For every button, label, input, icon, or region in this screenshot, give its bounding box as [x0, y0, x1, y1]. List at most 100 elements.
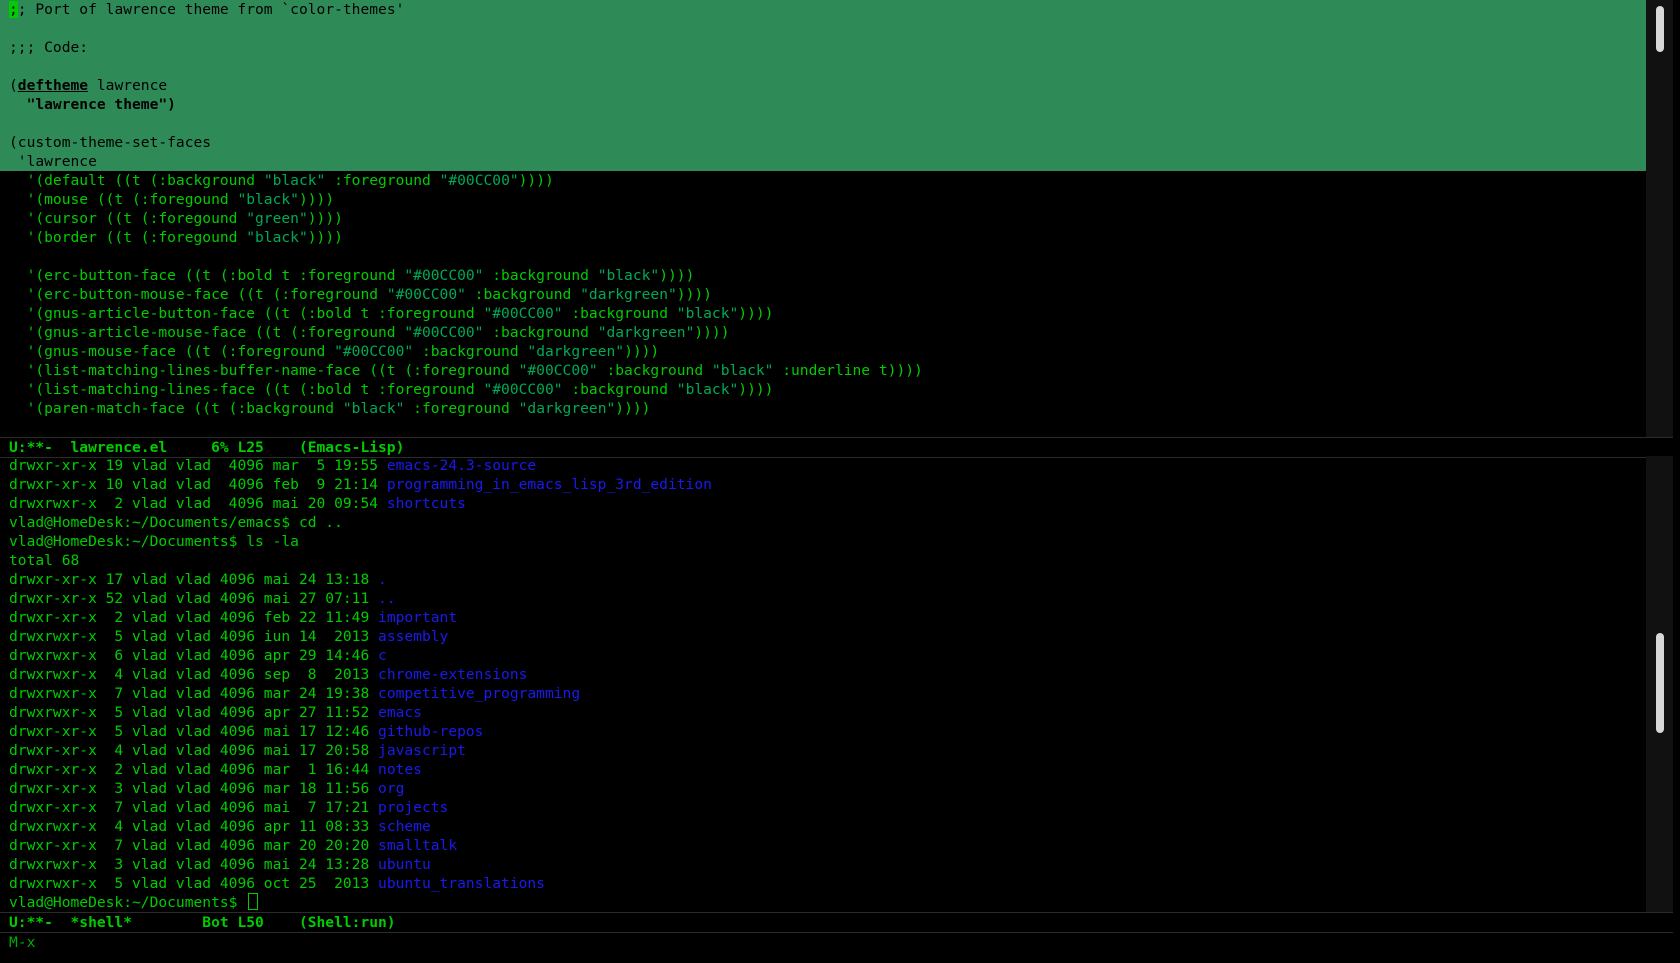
code-line[interactable]: '(default ((t (:background "black" :fore… — [0, 171, 1646, 190]
code-line[interactable] — [0, 114, 1646, 133]
shell-line[interactable]: drwxr-xr-x 2 vlad vlad 4096 mar 1 16:44 … — [0, 760, 1646, 779]
code-scrollbar[interactable] — [1646, 0, 1673, 437]
shell-line[interactable]: drwxrwxr-x 4 vlad vlad 4096 apr 11 08:33… — [0, 817, 1646, 836]
directory-name[interactable]: ubuntu — [378, 856, 431, 873]
face-definitions[interactable]: '(default ((t (:background "black" :fore… — [0, 171, 1646, 418]
scrollbar-thumb[interactable] — [1656, 6, 1664, 52]
code-line[interactable]: '(gnus-article-mouse-face ((t (:foregrou… — [0, 323, 1646, 342]
code-text: :background — [413, 343, 528, 360]
directory-name[interactable]: . — [378, 571, 387, 588]
shell-line[interactable]: drwxr-xr-x 3 vlad vlad 4096 mar 18 11:56… — [0, 779, 1646, 798]
directory-name[interactable]: assembly — [378, 628, 448, 645]
shell-line[interactable]: drwxr-xr-x 52 vlad vlad 4096 mai 27 07:1… — [0, 589, 1646, 608]
code-text: '(paren-match-face ((t (:background — [9, 400, 343, 417]
code-line[interactable]: ;; Port of lawrence theme from `color-th… — [0, 0, 1646, 19]
directory-name[interactable]: notes — [378, 761, 422, 778]
directory-name[interactable]: smalltalk — [378, 837, 457, 854]
directory-name[interactable]: chrome-extensions — [378, 666, 527, 683]
directory-name[interactable]: javascript — [378, 742, 466, 759]
code-text: :background — [483, 267, 598, 284]
code-line[interactable]: '(erc-button-face ((t (:bold t :foregrou… — [0, 266, 1646, 285]
shell-line[interactable]: drwxr-xr-x 17 vlad vlad 4096 mai 24 13:1… — [0, 570, 1646, 589]
directory-name[interactable]: projects — [378, 799, 448, 816]
code-line[interactable]: "lawrence theme") — [0, 95, 1646, 114]
shell-prompt: vlad@HomeDesk:~/Documents$ — [9, 894, 247, 911]
shell-text: drwxr-xr-x 3 vlad vlad 4096 mar 18 11:56 — [9, 780, 379, 797]
directory-name[interactable]: scheme — [378, 818, 431, 835]
shell-line[interactable]: drwxrwxr-x 3 vlad vlad 4096 mai 24 13:28… — [0, 855, 1646, 874]
shell-text: drwxrwxr-x 7 vlad vlad 4096 mar 24 19:38 — [9, 685, 379, 702]
shell-line[interactable]: drwxr-xr-x 7 vlad vlad 4096 mai 7 17:21 … — [0, 798, 1646, 817]
code-line[interactable]: (custom-theme-set-faces — [0, 133, 1646, 152]
code-line[interactable]: '(list-matching-lines-buffer-name-face (… — [0, 361, 1646, 380]
code-text: (custom-theme-set-faces — [9, 134, 212, 151]
shell-line[interactable]: drwxrwxr-x 5 vlad vlad 4096 iun 14 2013 … — [0, 627, 1646, 646]
directory-name[interactable]: ubuntu_translations — [378, 875, 545, 892]
shell-line[interactable]: drwxrwxr-x 5 vlad vlad 4096 oct 25 2013 … — [0, 874, 1646, 893]
shell-line[interactable]: drwxr-xr-x 5 vlad vlad 4096 mai 17 12:46… — [0, 722, 1646, 741]
directory-name[interactable]: emacs-24.3-source — [387, 457, 536, 474]
string-literal: "#00CC00" — [439, 172, 519, 189]
code-text: )))) — [676, 286, 712, 303]
shell-line[interactable]: drwxr-xr-x 4 vlad vlad 4096 mai 17 20:58… — [0, 741, 1646, 760]
directory-name[interactable]: shortcuts — [387, 495, 466, 512]
code-text: '(erc-button-mouse-face ((t (:foreground — [9, 286, 387, 303]
code-line[interactable]: '(mouse ((t (:foregound "black")))) — [0, 190, 1646, 209]
string-literal: "#00CC00" — [483, 381, 563, 398]
code-line[interactable]: '(erc-button-mouse-face ((t (:foreground… — [0, 285, 1646, 304]
shell-line[interactable]: drwxrwxr-x 7 vlad vlad 4096 mar 24 19:38… — [0, 684, 1646, 703]
shell-window[interactable]: drwxr-xr-x 19 vlad vlad 4096 mar 5 19:55… — [0, 456, 1646, 912]
directory-name[interactable]: competitive_programming — [378, 685, 580, 702]
directory-name[interactable]: emacs — [378, 704, 422, 721]
shell-line[interactable]: vlad@HomeDesk:~/Documents$ ls -la — [0, 532, 1646, 551]
shell-text: vlad@HomeDesk:~/Documents$ ls -la — [9, 533, 299, 550]
shell-line[interactable]: drwxr-xr-x 19 vlad vlad 4096 mar 5 19:55… — [0, 456, 1646, 475]
code-text: ( — [9, 77, 18, 94]
shell-line[interactable]: drwxr-xr-x 7 vlad vlad 4096 mar 20 20:20… — [0, 836, 1646, 855]
scrollbar-thumb[interactable] — [1656, 633, 1664, 733]
shell-scrollbar[interactable] — [1646, 456, 1673, 912]
shell-line[interactable]: drwxrwxr-x 4 vlad vlad 4096 sep 8 2013 c… — [0, 665, 1646, 684]
directory-name[interactable]: programming_in_emacs_lisp_3rd_edition — [387, 476, 712, 493]
directory-name[interactable]: .. — [378, 590, 396, 607]
shell-line[interactable]: drwxrwxr-x 6 vlad vlad 4096 apr 29 14:46… — [0, 646, 1646, 665]
shell-text: drwxr-xr-x 5 vlad vlad 4096 mai 17 12:46 — [9, 723, 379, 740]
code-text: ;;; Code: — [9, 39, 89, 56]
code-line[interactable]: '(cursor ((t (:foregound "green")))) — [0, 209, 1646, 228]
code-line[interactable]: ;;; Code: — [0, 38, 1646, 57]
shell-line[interactable]: drwxrwxr-x 5 vlad vlad 4096 apr 27 11:52… — [0, 703, 1646, 722]
code-line[interactable] — [0, 247, 1646, 266]
shell-mode-line[interactable]: U:**- *shell* Bot L50 (Shell:run) — [0, 912, 1680, 933]
code-mode-line[interactable]: U:**- lawrence.el 6% L25 (Emacs-Lisp) — [0, 437, 1680, 458]
shell-line[interactable]: drwxr-xr-x 10 vlad vlad 4096 feb 9 21:14… — [0, 475, 1646, 494]
string-literal: "#00CC00" — [483, 305, 563, 322]
code-line[interactable]: 'lawrence — [0, 152, 1646, 171]
code-text: )))) — [307, 210, 343, 227]
code-line[interactable] — [0, 57, 1646, 76]
code-text: '(gnus-mouse-face ((t (:foreground — [9, 343, 335, 360]
shell-output[interactable]: drwxr-xr-x 19 vlad vlad 4096 mar 5 19:55… — [0, 456, 1646, 893]
minibuffer[interactable]: M-x — [0, 933, 1680, 963]
directory-name[interactable]: org — [378, 780, 404, 797]
shell-prompt-line[interactable]: vlad@HomeDesk:~/Documents$ — [0, 893, 1646, 912]
shell-line[interactable]: total 68 — [0, 551, 1646, 570]
shell-line[interactable]: drwxrwxr-x 2 vlad vlad 4096 mai 20 09:54… — [0, 494, 1646, 513]
shell-line[interactable]: vlad@HomeDesk:~/Documents/emacs$ cd .. — [0, 513, 1646, 532]
shell-line[interactable]: drwxr-xr-x 2 vlad vlad 4096 feb 22 11:49… — [0, 608, 1646, 627]
selected-region[interactable]: ;; Port of lawrence theme from `color-th… — [0, 0, 1646, 171]
code-line[interactable]: '(gnus-article-button-face ((t (:bold t … — [0, 304, 1646, 323]
code-line[interactable]: '(list-matching-lines-face ((t (:bold t … — [0, 380, 1646, 399]
code-line[interactable]: (deftheme lawrence — [0, 76, 1646, 95]
shell-text: drwxr-xr-x 10 vlad vlad 4096 feb 9 21:14 — [9, 476, 387, 493]
code-line[interactable]: '(paren-match-face ((t (:background "bla… — [0, 399, 1646, 418]
directory-name[interactable]: important — [378, 609, 457, 626]
directory-name[interactable]: c — [378, 647, 387, 664]
code-line[interactable]: '(gnus-mouse-face ((t (:foreground "#00C… — [0, 342, 1646, 361]
code-text: '(gnus-article-mouse-face ((t (:foregrou… — [9, 324, 405, 341]
code-editor-window[interactable]: ;; Port of lawrence theme from `color-th… — [0, 0, 1646, 437]
directory-name[interactable]: github-repos — [378, 723, 483, 740]
code-line[interactable]: '(border ((t (:foregound "black")))) — [0, 228, 1646, 247]
code-line[interactable] — [0, 19, 1646, 38]
code-text: '(mouse ((t (:foregound — [9, 191, 238, 208]
shell-text: drwxr-xr-x 2 vlad vlad 4096 mar 1 16:44 — [9, 761, 379, 778]
